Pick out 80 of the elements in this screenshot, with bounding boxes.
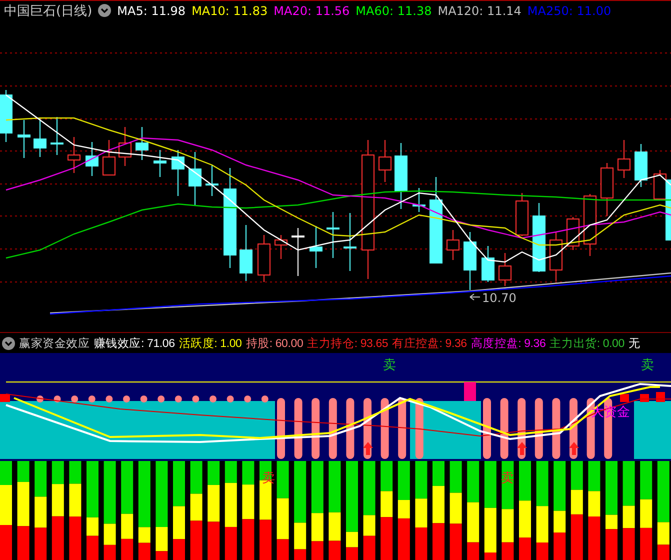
square-marker <box>656 392 665 402</box>
candlestick <box>412 188 426 212</box>
candlestick <box>136 126 148 160</box>
moving-average-reading: MA120: 11.14 <box>438 4 522 18</box>
dot-marker <box>261 396 268 402</box>
candlestick <box>68 136 80 174</box>
indicator-reading: 高度控盘: 9.36 <box>470 336 546 350</box>
indicator-title: 赢家资金效应 <box>19 336 90 350</box>
candlestick <box>464 232 476 290</box>
candlestick <box>118 126 132 166</box>
up-arrow-icon <box>569 442 579 455</box>
candlestick <box>600 162 614 216</box>
sell-signal: 卖 <box>383 358 396 373</box>
dot-marker <box>36 396 44 402</box>
dot-marker <box>226 396 234 402</box>
dot-marker <box>88 396 96 402</box>
dot-marker <box>158 396 165 402</box>
indicator-reading: 无 <box>628 336 640 350</box>
up-arrow-icon <box>363 442 373 455</box>
moving-average-reading: MA250: 11.00 <box>527 4 612 18</box>
moving-average-reading: MA10: 11.83 <box>192 4 268 18</box>
vertical-bar <box>398 398 406 459</box>
candlestick <box>584 194 596 256</box>
candlestick <box>532 202 546 272</box>
indicator-reading: 主力出货: 0.00 <box>550 336 624 350</box>
indicator-reading: 有庄控盘: 9.36 <box>392 336 467 350</box>
candlestick <box>550 232 562 282</box>
vertical-bar <box>277 398 285 459</box>
indicator-reading: 活跃度: 1.00 <box>178 336 242 350</box>
indicator-reading: 主力持仓: 93.65 <box>307 336 388 350</box>
indicator-reading: 赚钱效应: 71.06 <box>94 336 175 350</box>
arrow-icon <box>470 294 480 300</box>
low-price-label: 10.70 <box>482 291 516 305</box>
candlestick <box>258 234 270 282</box>
candlestick <box>378 140 392 182</box>
candlestick <box>18 120 30 158</box>
candlestick <box>102 140 116 176</box>
candlestick <box>0 90 12 142</box>
dot-marker <box>123 396 130 402</box>
dot-marker <box>71 396 78 402</box>
candlestick <box>188 152 202 206</box>
candlestick <box>206 164 218 196</box>
dropdown-icon[interactable] <box>2 336 15 350</box>
chart-title: 中国巨石(日线) <box>4 2 92 20</box>
candlestick <box>240 224 252 282</box>
candlestick <box>310 226 322 268</box>
dot-marker <box>106 396 113 402</box>
square-marker <box>0 394 10 402</box>
dot-marker <box>140 396 148 402</box>
dot-marker <box>192 396 200 402</box>
candlestick <box>634 144 648 188</box>
candlestick <box>172 150 184 196</box>
candlestick <box>86 142 98 176</box>
dropdown-icon[interactable] <box>98 4 112 17</box>
dot-marker <box>210 396 216 402</box>
candlestick <box>292 228 304 276</box>
candlestick <box>394 142 408 210</box>
sell-signal: 卖 <box>641 358 654 373</box>
candlestick <box>618 140 630 178</box>
signal-bar <box>464 382 476 401</box>
candlestick <box>274 234 288 260</box>
dot-marker <box>54 396 61 402</box>
candlestick <box>482 246 494 282</box>
filled-zone <box>634 401 671 459</box>
candlestick <box>50 116 64 156</box>
candlestick <box>326 212 340 258</box>
candlestick <box>34 118 46 158</box>
indicator-reading: 持股: 60.00 <box>246 336 304 350</box>
dot-marker <box>244 396 252 402</box>
moving-average-reading: MA20: 11.56 <box>274 4 350 18</box>
moving-average-reading: MA60: 11.38 <box>356 4 432 18</box>
dot-marker <box>174 396 182 402</box>
candlestick <box>344 212 356 272</box>
candlestick <box>154 150 166 178</box>
candlestick <box>516 192 528 236</box>
up-arrow-icon <box>517 442 527 455</box>
candlestick <box>498 252 512 286</box>
square-marker <box>620 394 629 402</box>
candlestick <box>446 230 460 260</box>
moving-average-reading: MA5: 11.98 <box>117 4 186 18</box>
